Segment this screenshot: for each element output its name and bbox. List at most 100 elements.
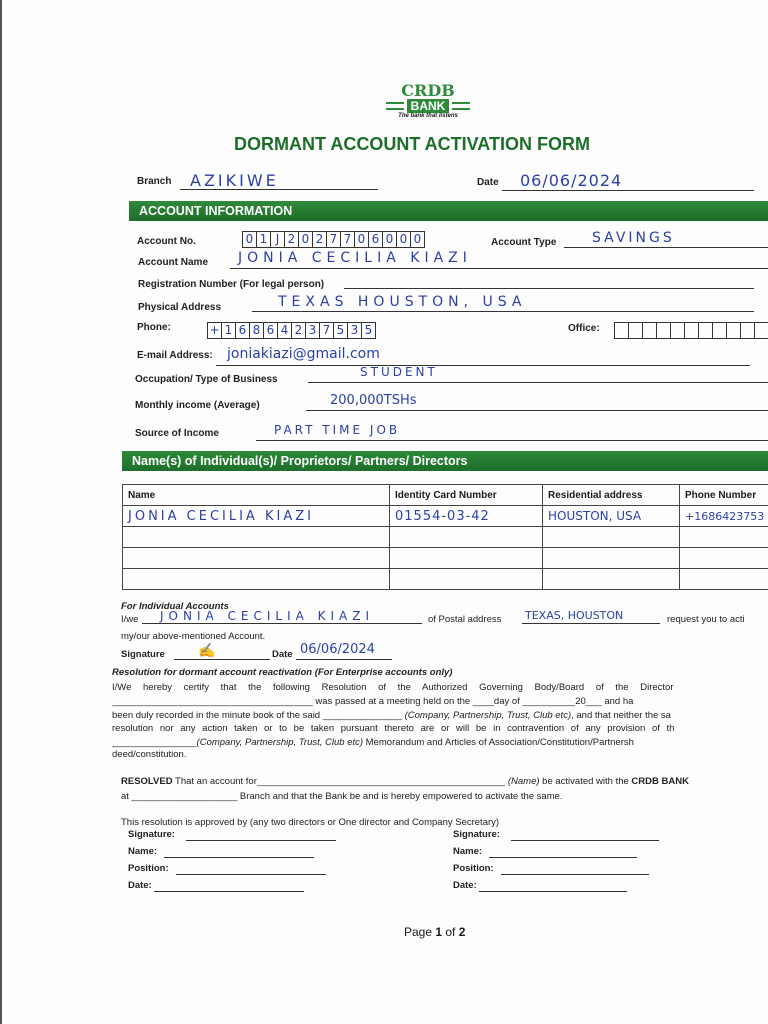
- request-text: request you to acti: [667, 614, 745, 625]
- cell-id[interactable]: 01554-03-42: [389, 505, 543, 527]
- office-boxes[interactable]: [614, 322, 768, 339]
- individual-name[interactable]: JONIA CECILIA KIAZI: [160, 609, 374, 623]
- table-row: [122, 547, 768, 569]
- approval-field-line[interactable]: [154, 891, 304, 892]
- branch-value[interactable]: AZIKIWE: [190, 171, 279, 190]
- approval-field-line[interactable]: [164, 857, 314, 858]
- approval-date-label: Date:: [453, 880, 477, 891]
- occupation-label: Occupation/ Type of Business: [135, 374, 278, 385]
- digit-box: 3: [348, 323, 362, 338]
- approval-signature-label: Signature:: [453, 829, 500, 840]
- digit-box: [671, 323, 685, 338]
- form-page: CRDB BANK The bank that listens DORMANT …: [0, 0, 768, 1024]
- iwe-label: I/we: [121, 614, 139, 625]
- account-text: my/our above-mentioned Account.: [121, 631, 266, 642]
- digit-box: 8: [250, 323, 264, 338]
- source-label: Source of Income: [135, 428, 219, 439]
- crdb-logo: CRDB BANK The bank that listens: [376, 83, 480, 119]
- digit-box: 0: [355, 232, 369, 247]
- income-value[interactable]: 200,000TSHs: [330, 393, 417, 408]
- cell-phone[interactable]: +1686423753: [679, 505, 768, 527]
- digit-box: 4: [278, 323, 292, 338]
- digit-box: [727, 323, 741, 338]
- branch-label: Branch: [137, 176, 172, 187]
- digit-box: [643, 323, 657, 338]
- digit-box: [755, 323, 768, 338]
- page-number: Page 1 of 2: [404, 925, 466, 939]
- approval-position-label: Position:: [453, 863, 494, 874]
- digit-box: 1: [257, 232, 271, 247]
- digit-box: 0: [397, 232, 411, 247]
- phone-boxes[interactable]: +1 6 8 6 4 2 3 7 5 3 5: [207, 322, 376, 339]
- approval-field-line[interactable]: [479, 891, 627, 892]
- account-no-label: Account No.: [137, 236, 196, 247]
- resolution-line: ______________________________________ w…: [112, 696, 634, 707]
- email-value[interactable]: joniakiazi@gmail.com: [227, 346, 380, 362]
- source-value[interactable]: PART TIME JOB: [274, 423, 400, 437]
- digit-box: 7: [341, 232, 355, 247]
- signature-date[interactable]: 06/06/2024: [300, 642, 375, 657]
- digit-box: 0: [413, 232, 422, 246]
- approval-name-label: Name:: [453, 846, 483, 857]
- digit-box: [713, 323, 727, 338]
- digit-box: 0: [243, 232, 257, 247]
- digit-box: 1: [222, 323, 236, 338]
- digit-box: 2: [285, 232, 299, 247]
- account-type-label: Account Type: [491, 237, 557, 248]
- resolution-line: resolution nor any action taken or to be…: [112, 723, 675, 734]
- resolution-line: been duly recorded in the minute book of…: [112, 710, 671, 721]
- occupation-value[interactable]: STUDENT: [360, 365, 438, 379]
- digit-box: [657, 323, 671, 338]
- resolution-line: ________________(Company, Partnership, T…: [112, 737, 634, 748]
- postal-value[interactable]: TEXAS, HOUSTON: [525, 609, 623, 622]
- account-name-value[interactable]: JONIA CECILIA KIAZI: [238, 250, 472, 266]
- resolution-heading: Resolution for dormant account reactivat…: [112, 667, 453, 678]
- signature-label: Signature: [121, 649, 165, 660]
- digit-box: [699, 323, 713, 338]
- resolved-line-2: at ____________________ Branch and that …: [121, 791, 563, 802]
- digit-box: 2: [292, 323, 306, 338]
- digit-box: 6: [369, 232, 383, 247]
- digit-box: 0: [299, 232, 313, 247]
- income-label: Monthly income (Average): [135, 400, 260, 411]
- digit-box: J: [271, 232, 285, 247]
- date-label-2: Date: [272, 649, 293, 660]
- table-row: JONIA CECILIA KIAZI 01554-03-42 HOUSTON,…: [122, 505, 768, 527]
- resolution-line: I/We hereby certify that the following R…: [112, 682, 674, 693]
- col-phone: Phone Number: [679, 484, 768, 506]
- approval-signature-label: Signature:: [128, 829, 175, 840]
- cell-name[interactable]: JONIA CECILIA KIAZI: [122, 505, 390, 527]
- date-value[interactable]: 06/06/2024: [520, 171, 622, 190]
- digit-box: 3: [306, 323, 320, 338]
- digit-box: 5: [364, 323, 373, 337]
- approval-field-line[interactable]: [186, 840, 336, 841]
- individuals-table: Name Identity Card Number Residential ad…: [122, 484, 768, 590]
- digit-box: 6: [264, 323, 278, 338]
- approval-position-label: Position:: [128, 863, 169, 874]
- address-label: Physical Address: [138, 302, 222, 313]
- approval-field-line[interactable]: [176, 874, 326, 875]
- account-type-value[interactable]: SAVINGS: [592, 230, 675, 246]
- cell-address[interactable]: HOUSTON, USA: [542, 505, 680, 527]
- office-label: Office:: [568, 323, 600, 334]
- digit-box: 7: [320, 323, 334, 338]
- resolution-line: deed/constitution.: [112, 749, 187, 760]
- section-individuals: Name(s) of Individual(s)/ Proprietors/ P…: [122, 451, 768, 471]
- digit-box: 2: [313, 232, 327, 247]
- date-label: Date: [477, 177, 499, 188]
- col-name: Name: [122, 484, 390, 506]
- form-title: DORMANT ACCOUNT ACTIVATION FORM: [234, 134, 590, 154]
- section-account-information: ACCOUNT INFORMATION: [129, 201, 768, 221]
- address-value[interactable]: TEXAS HOUSTON, USA: [278, 294, 527, 310]
- registration-label: Registration Number (For legal person): [138, 279, 325, 290]
- approval-name-label: Name:: [128, 846, 158, 857]
- approval-field-line[interactable]: [511, 840, 659, 841]
- approval-intro: This resolution is approved by (any two …: [121, 817, 500, 828]
- approval-field-line[interactable]: [501, 874, 649, 875]
- account-no-boxes[interactable]: 01J2027706000: [242, 231, 425, 248]
- table-row: [122, 568, 768, 590]
- digit-box: 6: [236, 323, 250, 338]
- col-address: Residential address: [542, 484, 680, 506]
- digit-box: [741, 323, 755, 338]
- approval-field-line[interactable]: [489, 857, 637, 858]
